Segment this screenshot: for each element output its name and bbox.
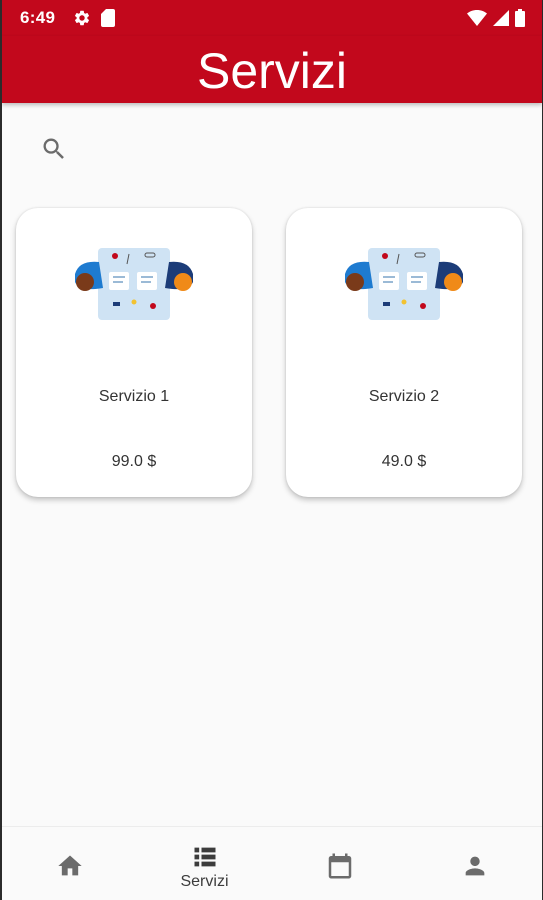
bottom-navigation: Servizi (2, 826, 542, 900)
search-button[interactable] (36, 133, 72, 169)
status-right-icons (467, 9, 525, 32)
meeting-illustration (343, 244, 465, 324)
nav-label-servizi: Servizi (180, 873, 229, 890)
app-bar: Servizi (2, 36, 542, 103)
battery-icon (515, 9, 525, 32)
list-icon (190, 842, 220, 872)
service-price: 99.0 $ (111, 453, 157, 470)
status-time: 6:49 (20, 8, 56, 27)
calendar-icon (325, 851, 355, 881)
app-screen: 6:49 Servizi Servizio 1 99.0 $ Servizio … (2, 0, 542, 900)
wifi-icon (467, 10, 487, 31)
home-icon (55, 851, 85, 881)
service-card[interactable]: Servizio 1 99.0 $ (16, 208, 252, 497)
status-left-icons (73, 9, 115, 32)
search-icon (40, 135, 68, 168)
service-card[interactable]: Servizio 2 49.0 $ (286, 208, 522, 497)
service-price: 49.0 $ (381, 453, 427, 470)
person-icon (460, 851, 490, 881)
meeting-illustration (73, 244, 195, 324)
status-bar: 6:49 (2, 0, 542, 36)
service-title: Servizio 1 (98, 388, 170, 405)
nav-item-profile[interactable] (407, 827, 542, 900)
service-title: Servizio 2 (368, 388, 440, 405)
page-title: Servizi (196, 43, 348, 99)
nav-item-home[interactable] (2, 827, 137, 900)
signal-icon (493, 10, 509, 31)
sim-card-icon (101, 9, 115, 32)
nav-item-calendar[interactable] (272, 827, 407, 900)
nav-item-servizi[interactable]: Servizi (137, 827, 272, 900)
settings-icon (73, 9, 91, 32)
